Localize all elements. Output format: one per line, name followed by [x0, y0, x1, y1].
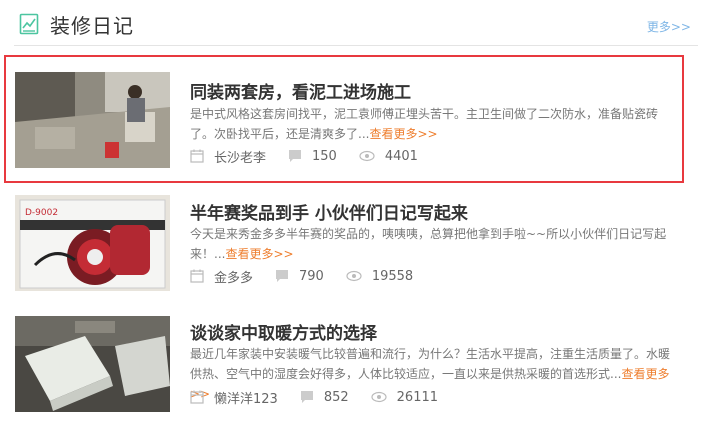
diary-meta: 金多多 790 19558	[190, 267, 435, 286]
author-name[interactable]: 金多多	[214, 267, 253, 286]
comment-icon	[289, 150, 302, 162]
eye-icon	[346, 270, 362, 282]
diary-thumbnail[interactable]	[15, 316, 170, 412]
diary-title[interactable]: 谈谈家中取暖方式的选择	[190, 319, 377, 344]
comment-count: 852	[323, 389, 349, 405]
diary-description-text: 最近几年家装中安装暖气比较普遍和流行，为什么？生活水平提高，注重生活质量了。水暖…	[190, 347, 671, 381]
comment-count: 150	[312, 148, 337, 164]
diary-title[interactable]: 半年赛奖品到手 小伙伴们日记写起来	[190, 199, 468, 224]
view-count: 4401	[384, 148, 418, 164]
section-header: 装修日记 更多>>	[0, 0, 711, 46]
diary-item[interactable]: 谈谈家中取暖方式的选择 最近几年家装中安装暖气比较普遍和流行，为什么？生活水平提…	[0, 302, 711, 422]
calendar-icon	[190, 269, 204, 283]
view-more-link[interactable]: 查看更多>>	[369, 127, 437, 141]
diary-meta: 长沙老李 150 4401	[190, 147, 440, 166]
calendar-icon	[190, 149, 204, 163]
diary-title[interactable]: 同装两套房，看泥工进场施工	[190, 78, 411, 103]
comment-count: 790	[299, 268, 324, 284]
header-divider	[14, 45, 698, 46]
product-box-label: D-9002	[25, 208, 58, 218]
diary-description: 是中式风格这套房间找平，泥工袁师傅正埋头苦干。主卫生间做了二次防水，准备贴瓷砖了…	[190, 104, 680, 144]
view-count: 26111	[396, 389, 439, 405]
diary-meta: 懒洋洋123 852 26111	[190, 388, 460, 407]
author-name[interactable]: 长沙老李	[214, 147, 266, 166]
diary-chart-icon	[19, 13, 39, 35]
view-more-link[interactable]: 查看更多>>	[225, 247, 293, 261]
more-link[interactable]: 更多>>	[647, 18, 691, 35]
calendar-icon	[190, 390, 204, 404]
section-title: 装修日记	[50, 14, 134, 38]
diary-item[interactable]: 同装两套房，看泥工进场施工 是中式风格这套房间找平，泥工袁师傅正埋头苦干。主卫生…	[0, 60, 711, 180]
comment-icon	[276, 270, 289, 282]
diary-description: 今天是来秀金多多半年赛的奖品的，咦咦咦，总算把他拿到手啦~~所以小伙伴们日记写起…	[190, 224, 680, 264]
diary-thumbnail[interactable]	[15, 72, 170, 168]
comment-icon	[300, 391, 313, 403]
diary-thumbnail[interactable]: D-9002	[15, 195, 170, 291]
eye-icon	[359, 150, 375, 162]
eye-icon	[371, 391, 387, 403]
diary-item[interactable]: D-9002 半年赛奖品到手 小伙伴们日记写起来 今天是来秀金多多半年赛的奖品的…	[0, 182, 711, 302]
view-count: 19558	[371, 268, 414, 284]
author-name[interactable]: 懒洋洋123	[214, 388, 278, 407]
